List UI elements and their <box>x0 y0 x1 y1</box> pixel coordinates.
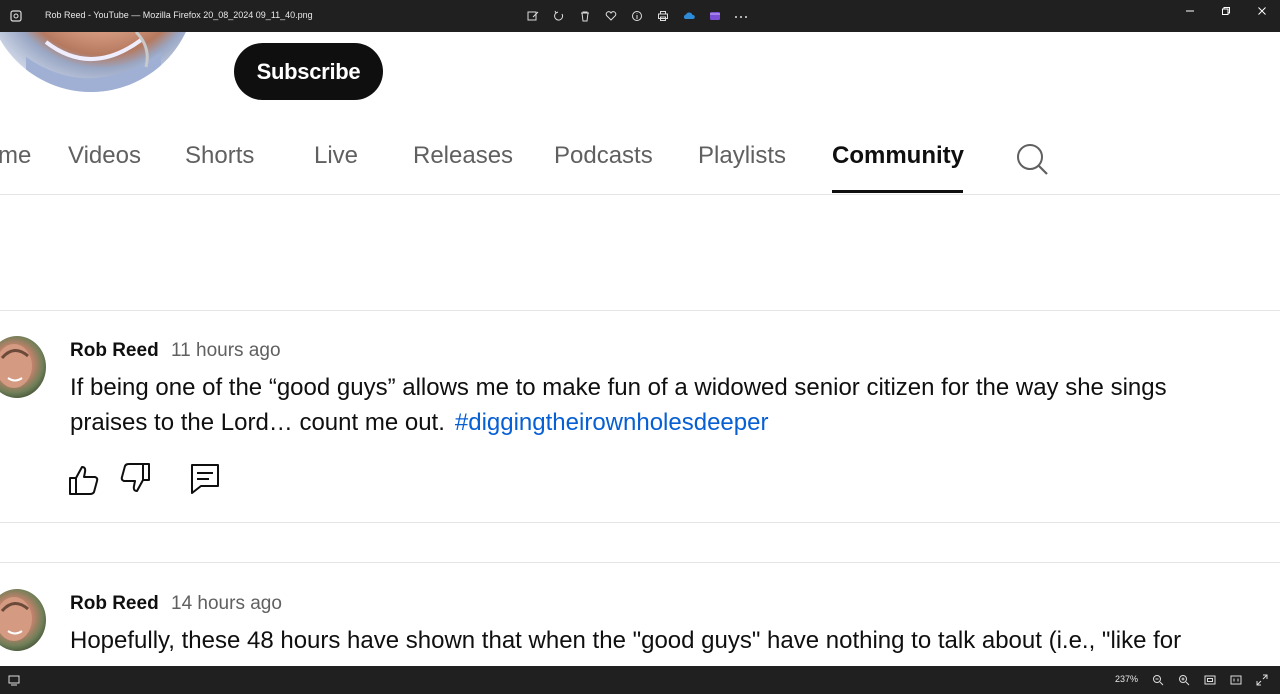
author-avatar[interactable] <box>0 336 46 398</box>
viewer-statusbar: 237% <box>0 666 1280 694</box>
divider <box>0 310 1280 311</box>
comment-icon[interactable] <box>189 462 221 494</box>
dislike-icon[interactable] <box>119 462 151 494</box>
viewer-title: Rob Reed - YouTube — Mozilla Firefox 20_… <box>45 10 313 20</box>
post-timestamp[interactable]: 11 hours ago <box>171 340 281 362</box>
image-canvas: Subscribe me Videos Shorts Live Releases… <box>0 32 1280 666</box>
channel-tabs: me Videos Shorts Live Releases Podcasts … <box>0 126 1280 195</box>
post-author[interactable]: Rob Reed <box>70 340 159 362</box>
active-tab-indicator <box>832 190 963 193</box>
tab-home[interactable]: me <box>0 142 31 170</box>
tab-releases[interactable]: Releases <box>413 142 513 170</box>
fullscreen-icon[interactable] <box>1254 672 1270 688</box>
restore-icon[interactable] <box>1208 0 1244 22</box>
post-text: If being one of the “good guys” allows m… <box>70 370 1250 440</box>
close-icon[interactable] <box>1244 0 1280 22</box>
rotate-icon[interactable] <box>552 8 566 24</box>
post-author[interactable]: Rob Reed <box>70 593 159 615</box>
author-avatar-image <box>0 597 32 641</box>
zoom-level: 237% <box>1115 674 1139 684</box>
tab-community[interactable]: Community <box>832 142 964 170</box>
post-text: Hopefully, these 48 hours have shown tha… <box>70 623 1250 658</box>
zoom-toolbar <box>1150 672 1270 688</box>
post-timestamp[interactable]: 14 hours ago <box>171 593 282 615</box>
onedrive-icon[interactable] <box>682 8 696 24</box>
tab-shorts[interactable]: Shorts <box>185 142 254 170</box>
subscribe-button[interactable]: Subscribe <box>234 43 383 100</box>
viewer-toolbar <box>526 8 748 24</box>
hashtag-link[interactable]: #diggingtheirownholesdeeper <box>455 409 769 436</box>
info-icon[interactable] <box>630 8 644 24</box>
delete-icon[interactable] <box>578 8 592 24</box>
fit-to-window-icon[interactable] <box>1202 672 1218 688</box>
zoom-out-icon[interactable] <box>1150 672 1166 688</box>
author-avatar[interactable] <box>0 589 46 651</box>
photos-app-icon <box>10 10 22 22</box>
clipchamp-icon[interactable] <box>708 8 722 24</box>
filmstrip-icon[interactable] <box>8 674 20 686</box>
more-options-icon[interactable] <box>734 8 748 24</box>
window-controls <box>1172 0 1280 22</box>
divider <box>0 522 1280 523</box>
channel-avatar-image <box>26 32 161 92</box>
minimize-icon[interactable] <box>1172 0 1208 22</box>
edit-icon[interactable] <box>526 8 540 24</box>
post-body: Hopefully, these 48 hours have shown tha… <box>70 627 1182 654</box>
channel-avatar[interactable] <box>0 32 196 92</box>
tab-podcasts[interactable]: Podcasts <box>554 142 653 170</box>
author-avatar-image <box>0 344 32 388</box>
print-icon[interactable] <box>656 8 670 24</box>
actual-size-icon[interactable] <box>1228 672 1244 688</box>
tab-videos[interactable]: Videos <box>68 142 141 170</box>
tab-live[interactable]: Live <box>314 142 358 170</box>
zoom-in-icon[interactable] <box>1176 672 1192 688</box>
tab-playlists[interactable]: Playlists <box>698 142 786 170</box>
search-icon[interactable] <box>1015 142 1049 176</box>
like-icon[interactable] <box>68 464 100 496</box>
viewer-titlebar: Rob Reed - YouTube — Mozilla Firefox 20_… <box>0 0 1280 32</box>
divider <box>0 562 1280 563</box>
favorite-icon[interactable] <box>604 8 618 24</box>
